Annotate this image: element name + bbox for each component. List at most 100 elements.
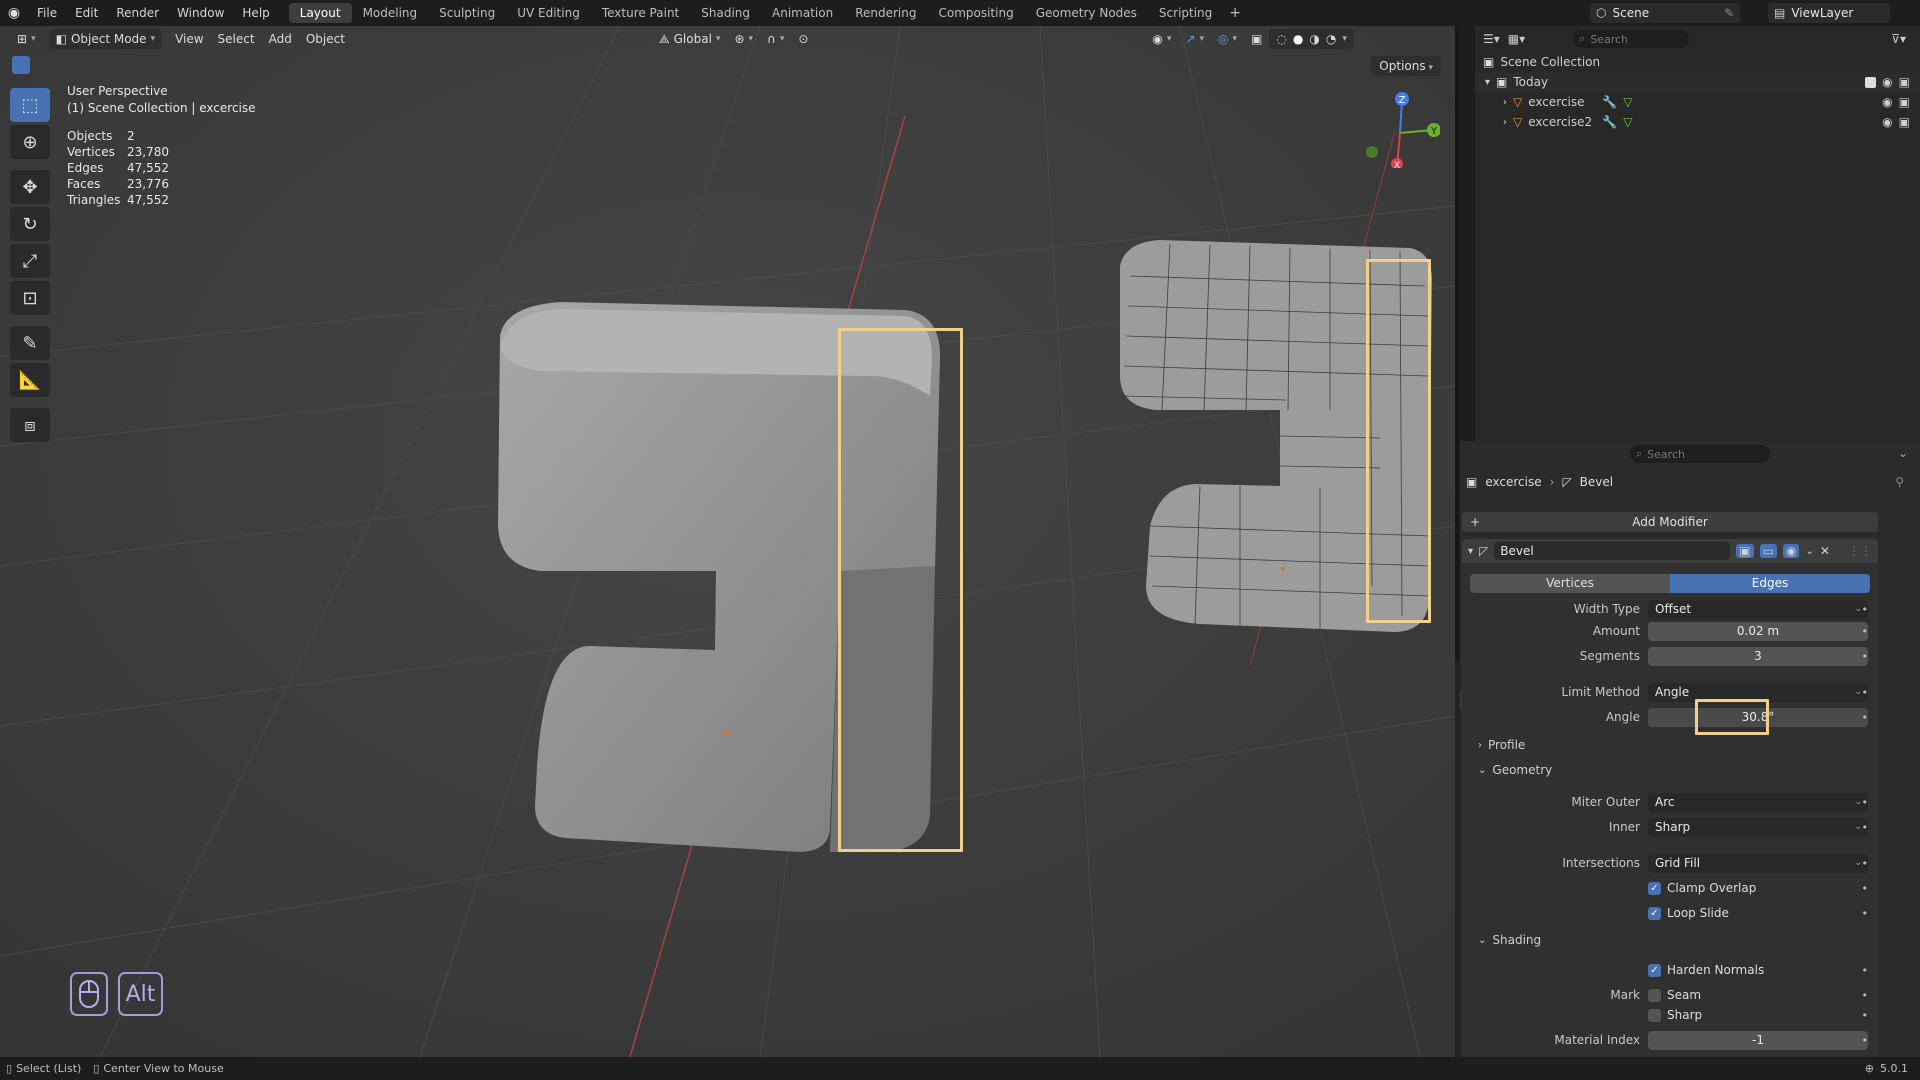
keyframe-dot-icon[interactable]: •	[1862, 821, 1869, 834]
gizmo-toggle[interactable]: ↗ ▾	[1178, 29, 1211, 49]
camera-icon[interactable]: ▣	[1899, 95, 1920, 109]
tree-row-excercise2[interactable]: › ▽ excercise2 🔧 ▽ ◉ ▣	[1475, 112, 1920, 132]
menu-help[interactable]: Help	[233, 0, 278, 26]
blender-logo-icon[interactable]: ◉	[0, 0, 28, 26]
keyframe-dot-icon[interactable]: •	[1862, 603, 1869, 616]
chevron-right-icon[interactable]: ›	[1503, 97, 1507, 108]
intersections-select[interactable]: Grid Fill ⌄	[1648, 853, 1868, 873]
seam-checkbox[interactable]	[1648, 988, 1661, 1002]
keyframe-dot-icon[interactable]: •	[1862, 711, 1869, 724]
tab-sculpting[interactable]: Sculpting	[428, 3, 506, 23]
affect-edges-button[interactable]: Edges	[1670, 574, 1870, 593]
material-index-field[interactable]: -1	[1648, 1030, 1868, 1050]
menu-select[interactable]: Select	[211, 29, 262, 49]
tab-shading[interactable]: Shading	[690, 3, 761, 23]
measure-tool-icon[interactable]: 📐	[10, 363, 50, 397]
visibility-button[interactable]: ◉ ▾	[1145, 29, 1178, 49]
render-toggle-icon[interactable]: ◉	[1782, 544, 1800, 558]
menu-edit[interactable]: Edit	[66, 0, 107, 26]
tab-geometry-nodes[interactable]: Geometry Nodes	[1025, 3, 1148, 23]
sharp-checkbox[interactable]	[1648, 1008, 1661, 1022]
affect-vertices-button[interactable]: Vertices	[1470, 574, 1670, 593]
gizmo-neg-y-icon[interactable]	[1366, 146, 1378, 158]
keyframe-dot-icon[interactable]: •	[1862, 796, 1869, 809]
tree-row-scene-collection[interactable]: ▣ Scene Collection	[1475, 52, 1920, 72]
display-mode-icon[interactable]: ▦▾	[1508, 32, 1525, 46]
wrench-icon[interactable]: 🔧	[1602, 115, 1617, 129]
menu-object[interactable]: Object	[299, 29, 352, 49]
pivot-point-button[interactable]: ⊛ ▾	[727, 29, 760, 49]
menu-render[interactable]: Render	[107, 0, 168, 26]
material-shading-icon[interactable]: ◑	[1309, 29, 1319, 49]
cursor-tool-icon[interactable]: ⊕	[10, 125, 50, 159]
transform-tool-icon[interactable]: ⊡	[10, 281, 50, 315]
tab-compositing[interactable]: Compositing	[927, 3, 1024, 23]
selection-mode-group[interactable]	[12, 56, 110, 76]
wrench-icon[interactable]: 🔧	[1602, 95, 1617, 109]
modifier-name-field[interactable]: Bevel	[1494, 542, 1731, 560]
solid-shading-icon[interactable]: ●	[1293, 29, 1303, 49]
3d-viewport[interactable]: ⊞ ▾ ◧ Object Mode ▾ View Select Add Objec…	[0, 26, 1455, 1057]
eye-icon[interactable]: ◉	[1882, 115, 1892, 129]
drag-handle-icon[interactable]: ⋮⋮	[1848, 544, 1878, 558]
select-invert-icon[interactable]	[72, 56, 90, 74]
camera-icon[interactable]: ▣	[1899, 115, 1920, 129]
outliner-search-field[interactable]: ⌕ Search	[1573, 30, 1690, 48]
harden-normals-checkbox[interactable]: ✓	[1648, 963, 1661, 977]
select-intersect-icon[interactable]	[92, 56, 110, 74]
menu-add[interactable]: Add	[262, 29, 299, 49]
select-new-icon[interactable]	[12, 56, 30, 74]
move-tool-icon[interactable]: ✥	[10, 170, 50, 204]
shading-subpanel-header[interactable]: ⌄ Shading	[1478, 933, 1541, 947]
properties-dropdown-icon[interactable]: ⌄	[1898, 446, 1908, 460]
chevron-right-icon[interactable]: ›	[1503, 117, 1507, 128]
tab-uv-editing[interactable]: UV Editing	[506, 3, 591, 23]
xray-toggle[interactable]: ▣	[1244, 29, 1269, 49]
tree-row-excercise[interactable]: › ▽ excercise 🔧 ▽ ◉ ▣	[1475, 92, 1920, 112]
tab-modeling[interactable]: Modeling	[352, 3, 429, 23]
overlay-toggle[interactable]: ◎ ▾	[1211, 29, 1244, 49]
tab-rendering[interactable]: Rendering	[844, 3, 927, 23]
eye-icon[interactable]: ◉	[1882, 75, 1892, 89]
keyframe-dot-icon[interactable]: •	[1862, 857, 1869, 870]
keyframe-dot-icon[interactable]: •	[1862, 1009, 1869, 1022]
scene-selector[interactable]: ⬡ Scene ✎	[1590, 3, 1740, 23]
chevron-down-icon[interactable]: ⌄	[1805, 546, 1813, 557]
chevron-down-icon[interactable]: ▾	[1485, 77, 1490, 88]
menu-view[interactable]: View	[168, 29, 210, 49]
segments-field[interactable]: 3	[1648, 646, 1868, 666]
clamp-overlap-checkbox[interactable]: ✓	[1648, 881, 1661, 895]
keyframe-dot-icon[interactable]: •	[1862, 1034, 1869, 1047]
viewport-toggle-icon[interactable]: ▭	[1759, 544, 1777, 558]
navigation-gizmo[interactable]: Z Y X	[1360, 88, 1440, 168]
eye-icon[interactable]: ◉	[1882, 95, 1892, 109]
miter-outer-select[interactable]: Arc ⌄	[1648, 792, 1868, 812]
keyframe-dot-icon[interactable]: •	[1862, 882, 1869, 895]
filter-icon[interactable]: ⊽▾	[1891, 32, 1920, 46]
tab-scripting[interactable]: Scripting	[1148, 3, 1223, 23]
annotate-tool-icon[interactable]: ✎	[10, 326, 50, 360]
tab-animation[interactable]: Animation	[761, 3, 844, 23]
proportional-edit-button[interactable]: ⊙	[791, 29, 815, 49]
add-modifier-button[interactable]: + Add Modifier	[1462, 512, 1878, 532]
inner-select[interactable]: Sharp ⌄	[1648, 817, 1868, 837]
keyframe-dot-icon[interactable]: •	[1862, 989, 1869, 1002]
add-cube-tool-icon[interactable]: ⧈	[10, 408, 50, 442]
tree-row-today[interactable]: ▾ ▣ Today ◉ ▣	[1475, 72, 1920, 92]
outliner-editor-icon[interactable]: ☰▾	[1483, 32, 1500, 46]
plus-icon[interactable]: +	[1223, 5, 1247, 21]
loop-slide-checkbox[interactable]: ✓	[1648, 906, 1661, 920]
scale-tool-icon[interactable]: ⤢	[10, 244, 50, 278]
keyframe-dot-icon[interactable]: •	[1862, 650, 1869, 663]
tab-texture-paint[interactable]: Texture Paint	[591, 3, 690, 23]
mode-selector[interactable]: ◧ Object Mode ▾	[48, 29, 163, 49]
edit-mode-toggle-icon[interactable]: ▣	[1736, 544, 1754, 558]
rotate-tool-icon[interactable]: ↻	[10, 207, 50, 241]
camera-icon[interactable]: ▣	[1899, 75, 1920, 89]
view-layer-selector[interactable]: ▤ ViewLayer	[1768, 3, 1890, 23]
geometry-subpanel-header[interactable]: ⌄ Geometry	[1478, 763, 1552, 777]
keyframe-dot-icon[interactable]: •	[1862, 907, 1869, 920]
mesh-data-icon[interactable]: ▽	[1623, 115, 1632, 129]
keyframe-dot-icon[interactable]: •	[1862, 686, 1869, 699]
shading-mode-group[interactable]: ◌ ● ◑ ◔ ▾	[1269, 29, 1354, 49]
